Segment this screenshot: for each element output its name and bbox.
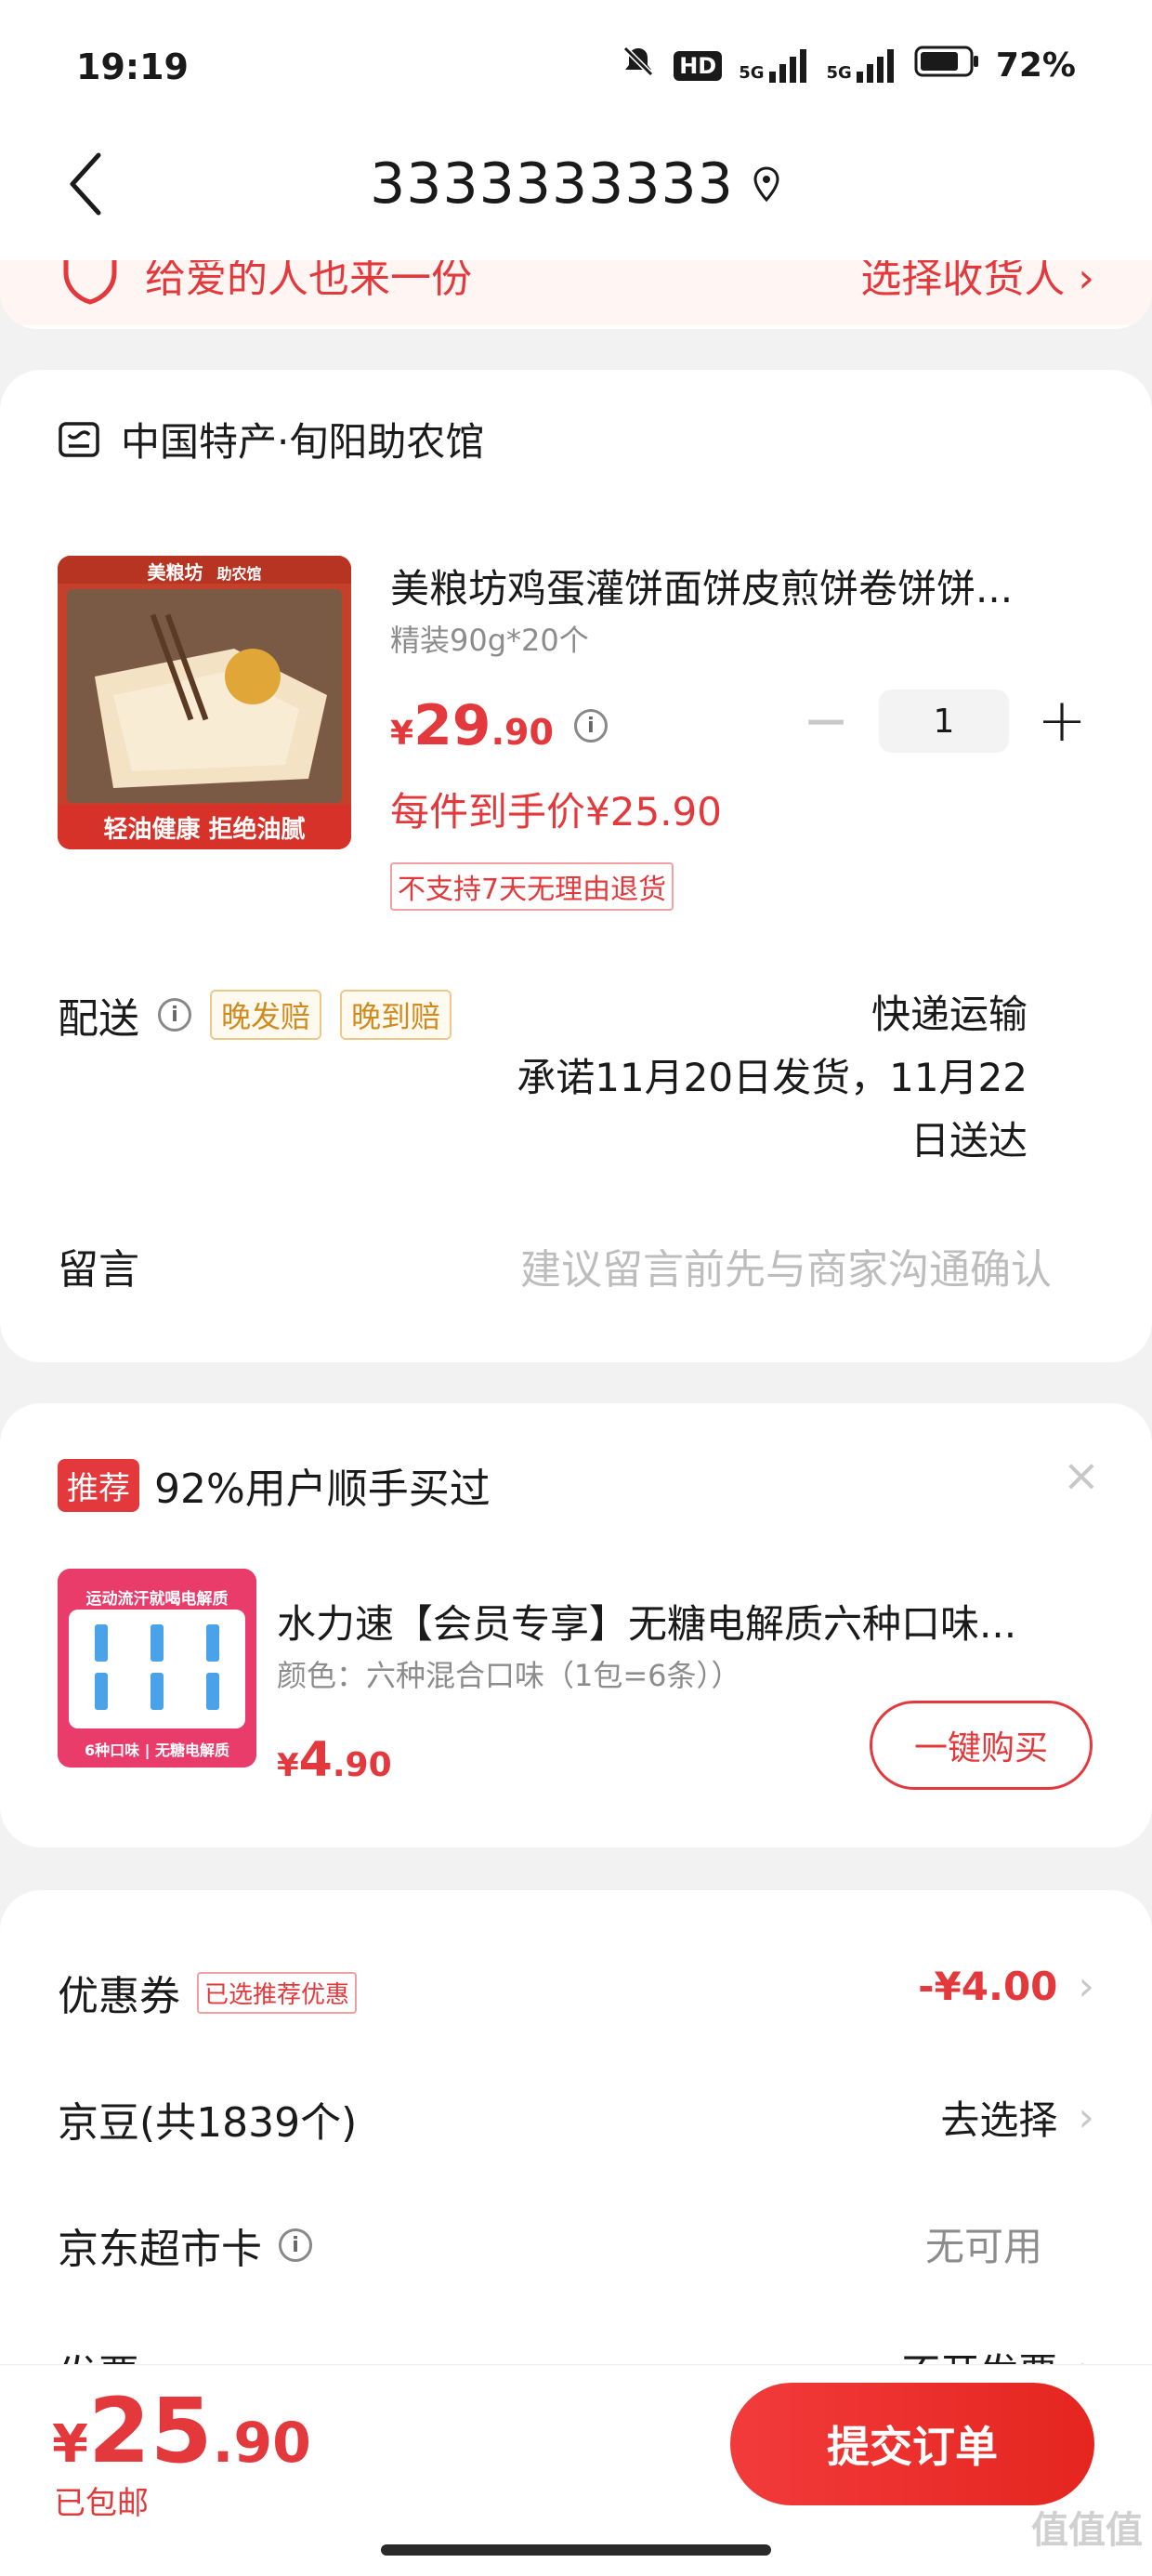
watermark: 值值值 [1031,2509,1143,2552]
location-pin-icon [753,166,779,203]
coupon-row[interactable]: 优惠券 已选推荐优惠 [58,1963,358,2022]
shop-name: 中国特产·旬阳助农馆 [121,419,485,465]
deal-price: 每件到手价¥25.90 [390,789,722,835]
coupon-label: 优惠券 [58,1973,180,2020]
recommend-title[interactable]: 水力速【会员专享】无糖电解质六种口味... [277,1593,1087,1649]
coupon-value-row[interactable]: -¥4.00 › [918,1963,1094,2010]
product-image-brand: 美粮坊 [147,561,203,584]
jd-beans-row[interactable]: 京豆(共1839个) [58,2089,357,2149]
delivery-promise-line1: 承诺11月20日发货，11月22 [517,1055,1028,1100]
jd-beans-label: 京豆(共1839个) [58,2099,358,2147]
free-shipping-label: 已包邮 [54,2485,149,2522]
total-int: 25 [87,2379,213,2483]
market-card-row[interactable]: 京东超市卡 i [58,2215,312,2275]
recommend-image[interactable]: 运动流汗就喝电解质 6种口味 | 无糖电解质 [58,1569,256,1768]
product-image-tag: 助农馆 [216,565,262,583]
gift-text: 给爱的人也来一份 [145,260,472,302]
product-image[interactable]: 美粮坊 助农馆 轻油健康 拒绝油腻 [58,556,351,849]
delivery-method: 快递运输 [871,992,1028,1037]
jd-beans-value-row[interactable]: 去选择 › [940,2089,1094,2146]
network-label-1: 5G [739,62,765,83]
coupon-value: -¥4.00 [918,1964,1058,2009]
recommend-spec[interactable]: 颜色：六种混合口味（1包=6条）） [277,1652,741,1695]
shield-icon [63,260,117,305]
page-title[interactable]: 3333333333 [0,147,1152,221]
battery-level: 72% [995,46,1076,85]
chevron-right-icon: › [1078,1963,1094,2010]
recommend-image-top: 运动流汗就喝电解质 [85,1590,229,1609]
delivery-info-icon[interactable]: i [158,998,191,1032]
hd-icon: HD [674,50,723,81]
submit-order-button[interactable]: 提交订单 [730,2383,1094,2505]
market-card-label: 京东超市卡 [58,2226,262,2273]
no-return-badge: 不支持7天无理由退货 [390,862,674,911]
page-title-text: 3333333333 [370,151,734,217]
delivery-details[interactable]: 快递运输 承诺11月20日发货，11月22 日送达 [517,983,1028,1173]
coupon-tag: 已选推荐优惠 [197,1971,358,2014]
quantity-stepper[interactable]: − 1 + [801,690,1087,753]
product-spec[interactable]: 精装90g*20个 [390,617,589,660]
home-indicator[interactable] [381,2544,771,2556]
shop-icon [59,421,99,457]
decrease-button[interactable]: − [801,693,851,749]
price-int: 29 [413,693,491,758]
market-card-value: 无可用 [924,2224,1042,2269]
recommend-price-int: 4 [298,1732,333,1788]
select-receiver-link[interactable]: 选择收货人 › [860,260,1094,304]
product-image-slogan: 轻油健康 拒绝油腻 [103,816,306,844]
recommend-price-symbol: ¥ [277,1747,299,1784]
recommend-headline: 92%用户顺手买过 [154,1465,491,1513]
price-symbol: ¥ [390,715,414,753]
late-arrive-tag[interactable]: 晚到赔 [340,990,452,1040]
message-label: 留言 [58,1246,139,1294]
message-input[interactable]: 建议留言前先与商家沟通确认 [520,1236,1052,1295]
battery-icon [914,45,979,86]
market-card-info-icon[interactable]: i [279,2228,312,2262]
total-dec: .90 [212,2411,311,2476]
late-ship-tag[interactable]: 晚发赔 [210,990,322,1040]
signal-icon-1: 5G [739,48,809,83]
shop-header[interactable]: 中国特产·旬阳助农馆 [58,411,484,467]
mute-icon [620,43,657,88]
chevron-right-icon: › [1078,2094,1094,2141]
delivery-label: 配送 [58,995,139,1043]
recommend-image-bottom: 6种口味 | 无糖电解质 [84,1741,230,1759]
product-price: ¥ 29 .90 i [390,693,608,758]
quantity-value[interactable]: 1 [879,690,1009,753]
total-price: ¥ 25 .90 [52,2379,311,2483]
recommend-price-dec: .90 [332,1746,392,1784]
gift-address-strip[interactable]: 给爱的人也来一份 选择收货人 › [0,260,1152,329]
product-title[interactable]: 美粮坊鸡蛋灌饼面饼皮煎饼卷饼饼... [390,558,1078,614]
status-time: 19:19 [76,46,189,87]
jd-beans-value: 去选择 [940,2097,1058,2143]
increase-button[interactable]: + [1037,691,1087,751]
total-symbol: ¥ [52,2414,88,2475]
close-icon[interactable]: × [1063,1450,1100,1502]
one-click-buy-button[interactable]: 一键购买 [870,1701,1093,1790]
price-dec: .90 [491,712,554,753]
recommend-header: 推荐 92%用户顺手买过 [58,1455,491,1515]
network-label-2: 5G [826,62,852,83]
delivery-promise-line2: 日送达 [910,1118,1028,1163]
signal-icon-2: 5G [826,48,897,83]
status-icons: HD 5G 5G 72% [620,43,1076,88]
market-card-value-wrap: 无可用 [925,2215,1042,2272]
recommend-badge: 推荐 [58,1458,139,1512]
price-info-icon[interactable]: i [573,709,608,743]
delivery-label-row: 配送 i 晚发赔 晚到赔 [58,985,452,1045]
recommend-price: ¥ 4 .90 [277,1732,392,1788]
